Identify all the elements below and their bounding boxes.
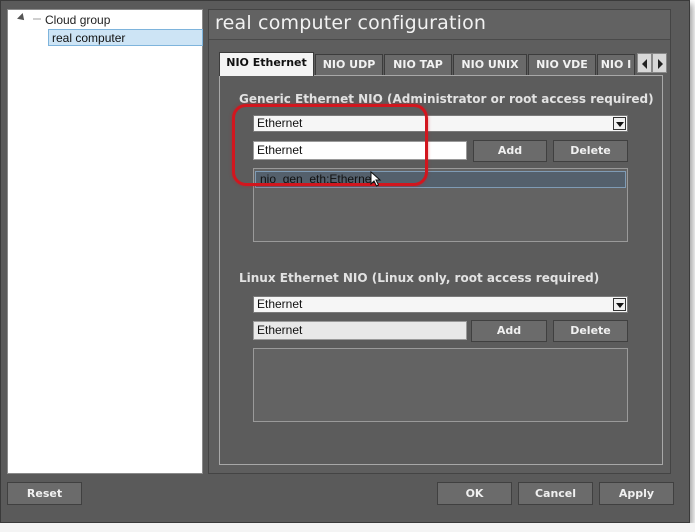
tab-nio-tap[interactable]: NIO TAP	[384, 54, 452, 75]
tree-item-cloud-group[interactable]: Cloud group	[45, 12, 110, 29]
linux-ethernet-input[interactable]: Ethernet	[253, 321, 467, 340]
tree-node-icon	[33, 18, 41, 20]
config-title-bar: real computer configuration	[209, 10, 670, 40]
tab-scroll-left-button[interactable]	[637, 53, 652, 73]
tab-scroll-right-button[interactable]	[652, 53, 667, 73]
linux-ethernet-combo[interactable]: Ethernet	[253, 296, 628, 313]
chevron-right-icon	[658, 59, 663, 69]
linux-add-button[interactable]: Add	[471, 320, 547, 342]
chevron-left-icon	[642, 59, 647, 69]
linux-ethernet-label: Linux Ethernet NIO (Linux only, root acc…	[239, 271, 600, 285]
chevron-down-icon[interactable]	[613, 117, 626, 130]
chevron-down-icon[interactable]	[613, 298, 626, 311]
linux-combo-value: Ethernet	[257, 297, 303, 311]
reset-button[interactable]: Reset	[7, 482, 82, 505]
config-panel: real computer configuration NIO Ethernet…	[208, 9, 671, 474]
highlight-annotation	[232, 104, 428, 186]
linux-delete-button[interactable]: Delete	[553, 320, 628, 342]
tab-nio-ethernet[interactable]: NIO Ethernet	[219, 52, 314, 76]
linux-nio-list[interactable]	[253, 348, 628, 422]
tree-item-real-computer[interactable]: real computer	[48, 29, 203, 46]
tab-nio-udp[interactable]: NIO UDP	[315, 54, 383, 75]
configuration-window: Cloud group real computer real computer …	[0, 0, 690, 523]
mouse-pointer-icon	[370, 171, 382, 187]
window-shadow-strip	[0, 523, 695, 532]
device-tree[interactable]: Cloud group real computer	[7, 9, 203, 474]
generic-delete-button[interactable]: Delete	[553, 140, 628, 162]
nio-tab-bar: NIO Ethernet NIO UDP NIO TAP NIO UNIX NI…	[219, 52, 667, 76]
apply-button[interactable]: Apply	[599, 482, 674, 505]
ok-button[interactable]: OK	[437, 482, 512, 505]
expand-arrow-icon[interactable]	[17, 13, 27, 23]
page-title: real computer configuration	[215, 12, 487, 34]
tab-nio-vde[interactable]: NIO VDE	[528, 54, 596, 75]
cancel-button[interactable]: Cancel	[518, 482, 593, 505]
tab-nio-truncated[interactable]: NIO I	[597, 54, 635, 75]
generic-add-button[interactable]: Add	[473, 140, 547, 162]
tab-nio-unix[interactable]: NIO UNIX	[453, 54, 527, 75]
